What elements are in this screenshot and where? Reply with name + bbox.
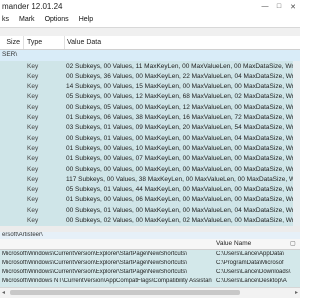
row-value-data: 01 Subkeys, 00 Values, 07 MaxKeyLen, 00 … <box>66 155 300 163</box>
row-value-data: 01 Subkeys, 00 Values, 06 MaxKeyLen, 00 … <box>66 196 300 204</box>
vertical-scrollbar[interactable] <box>293 61 300 226</box>
row-value-data: 00 Subkeys, 01 Values, 00 MaxKeyLen, 00 … <box>66 134 300 142</box>
row-type: Key <box>27 144 39 152</box>
results-list: Microsoft\Windows\CurrentVersion\Explore… <box>0 250 300 287</box>
minimize-button[interactable]: — <box>258 0 272 13</box>
table-row[interactable]: Key 117 Subkeys, 00 Values, 38 MaxKeyLen,… <box>0 175 300 185</box>
registry-values-list: Key 02 Subkeys, 00 Values, 11 MaxKeyLen, … <box>0 61 300 226</box>
menu-options[interactable]: Options <box>40 13 74 27</box>
row-type: Key <box>27 124 39 132</box>
path-bar: ersoft\Artisteer\ <box>0 232 300 239</box>
table-row[interactable]: Key 01 Subkeys, 00 Values, 06 MaxKeyLen, … <box>0 195 300 205</box>
column-options-icon[interactable]: ▢ <box>290 240 296 247</box>
row-value-data: 03 Subkeys, 01 Values, 09 MaxKeyLen, 20 … <box>66 124 300 132</box>
row-type: Key <box>27 93 39 101</box>
result-path: Microsoft\Windows NT\CurrentVersion\AppC… <box>2 278 212 284</box>
result-path: Microsoft\Windows\CurrentVersion\Explore… <box>2 251 188 257</box>
row-value-data: 01 Subkeys, 06 Values, 38 MaxKeyLen, 16 … <box>66 114 300 121</box>
row-value-data: 01 Subkeys, 00 Values, 10 MaxKeyLen, 00 … <box>66 144 300 152</box>
close-button[interactable]: ✕ <box>286 0 300 13</box>
row-value-data: 00 Subkeys, 02 Values, 00 MaxKeyLen, 02 … <box>66 217 300 224</box>
scroll-right-icon[interactable]: ▸ <box>295 289 298 296</box>
horizontal-scrollbar[interactable]: ◂ ▸ <box>0 287 300 298</box>
row-type: Key <box>27 196 39 204</box>
row-value-data: 00 Subkeys, 36 Values, 00 MaxKeyLen, 22 … <box>66 72 300 80</box>
row-type: Key <box>27 186 39 194</box>
row-value-data: 00 Subkeys, 01 Values, 00 MaxKeyLen, 00 … <box>66 206 300 214</box>
menu-mark[interactable]: Mark <box>14 13 40 27</box>
menu-help[interactable]: Help <box>74 13 98 27</box>
table-row[interactable]: Key 01 Subkeys, 00 Values, 07 MaxKeyLen, … <box>0 154 300 164</box>
row-value-data: 117 Subkeys, 00 Values, 38 MaxKeyLen, 00… <box>66 175 300 183</box>
column-header: Size Type Value Data <box>0 36 300 50</box>
window-title: mander 12.01.24 <box>2 2 63 11</box>
row-type: Key <box>27 206 39 214</box>
result-path: Microsoft\Windows\CurrentVersion\Explore… <box>2 260 188 266</box>
row-value-data: 05 Subkeys, 00 Values, 12 MaxKeyLen, 68 … <box>66 93 300 101</box>
row-type: Key <box>27 165 39 173</box>
menu-bar: ks Mark Options Help <box>0 13 300 28</box>
row-type: Key <box>27 62 39 70</box>
scroll-left-icon[interactable]: ◂ <box>2 289 5 296</box>
result-value: C:\Users\Lance\AppData\ <box>216 251 285 257</box>
row-value-data: 00 Subkeys, 05 Values, 00 MaxKeyLen, 12 … <box>66 103 300 111</box>
row-value-data: 00 Subkeys, 00 Values, 00 MaxKeyLen, 00 … <box>66 165 300 173</box>
row-value-data: 14 Subkeys, 00 Values, 15 MaxKeyLen, 00 … <box>66 83 300 91</box>
table-row[interactable]: Key 00 Subkeys, 00 Values, 00 MaxKeyLen, … <box>0 165 300 175</box>
row-type: Key <box>27 83 39 91</box>
table-row[interactable]: Key 14 Subkeys, 00 Values, 15 MaxKeyLen, … <box>0 82 300 92</box>
row-value-data: 05 Subkeys, 01 Values, 44 MaxKeyLen, 00 … <box>66 186 300 194</box>
result-value: C:\ProgramData\Microsof <box>216 260 284 266</box>
row-type: Key <box>27 134 39 142</box>
table-row[interactable]: Key 00 Subkeys, 36 Values, 00 MaxKeyLen, … <box>0 72 300 82</box>
scroll-thumb[interactable] <box>10 290 240 295</box>
table-row[interactable]: Key 03 Subkeys, 01 Values, 09 MaxKeyLen, … <box>0 123 300 133</box>
column-value-name[interactable]: Value Name <box>216 240 251 247</box>
table-row[interactable]: Key 00 Subkeys, 05 Values, 00 MaxKeyLen, … <box>0 103 300 113</box>
row-value-data: 02 Subkeys, 00 Values, 11 MaxKeyLen, 00 … <box>66 62 300 70</box>
table-row[interactable]: Key 00 Subkeys, 01 Values, 00 MaxKeyLen, … <box>0 206 300 216</box>
table-row[interactable]: Key 05 Subkeys, 00 Values, 12 MaxKeyLen, … <box>0 92 300 102</box>
row-type: Key <box>27 114 39 121</box>
toolbar-area <box>0 28 300 36</box>
path-text: ersoft\Artisteer\ <box>2 232 43 238</box>
menu-bookmarks[interactable]: ks <box>0 13 14 27</box>
table-row[interactable]: Key 00 Subkeys, 01 Values, 00 MaxKeyLen, … <box>0 134 300 144</box>
list-item[interactable]: Microsoft\Windows\CurrentVersion\Explore… <box>0 259 300 268</box>
table-row[interactable]: Key 01 Subkeys, 00 Values, 10 MaxKeyLen, … <box>0 144 300 154</box>
table-row[interactable]: Key 02 Subkeys, 00 Values, 11 MaxKeyLen, … <box>0 62 300 72</box>
row-type: Key <box>27 72 39 80</box>
list-item[interactable]: Microsoft\Windows\CurrentVersion\Explore… <box>0 250 300 259</box>
table-row[interactable]: Key 00 Subkeys, 02 Values, 00 MaxKeyLen, … <box>0 216 300 226</box>
lower-column-header: Value Name ▢ <box>0 239 300 250</box>
row-type: Key <box>27 155 39 163</box>
title-bar: mander 12.01.24 — □ ✕ <box>0 0 300 13</box>
table-row[interactable]: Key 01 Subkeys, 06 Values, 38 MaxKeyLen, … <box>0 113 300 123</box>
maximize-button[interactable]: □ <box>272 0 286 13</box>
table-row[interactable]: Key 05 Subkeys, 01 Values, 44 MaxKeyLen, … <box>0 185 300 195</box>
row-type: Key <box>27 175 39 183</box>
window-controls: — □ ✕ <box>258 0 300 13</box>
row-type: Key <box>27 103 39 111</box>
selected-key-label: SER\ <box>2 51 18 58</box>
selected-key-path[interactable]: SER\ <box>0 50 300 61</box>
result-value: C:\Users\Lance\Desktop\A <box>216 278 287 284</box>
result-path: Microsoft\Windows\CurrentVersion\Explore… <box>2 269 188 275</box>
list-item[interactable]: Microsoft\Windows NT\CurrentVersion\AppC… <box>0 277 300 286</box>
row-type: Key <box>27 217 39 224</box>
column-type[interactable]: Type <box>25 36 65 49</box>
list-item[interactable]: Microsoft\Windows\CurrentVersion\Explore… <box>0 268 300 277</box>
result-value: C:\Users\Lance\Downloads\ <box>216 269 291 275</box>
column-size[interactable]: Size <box>0 36 24 49</box>
column-value-data[interactable]: Value Data <box>65 36 300 49</box>
